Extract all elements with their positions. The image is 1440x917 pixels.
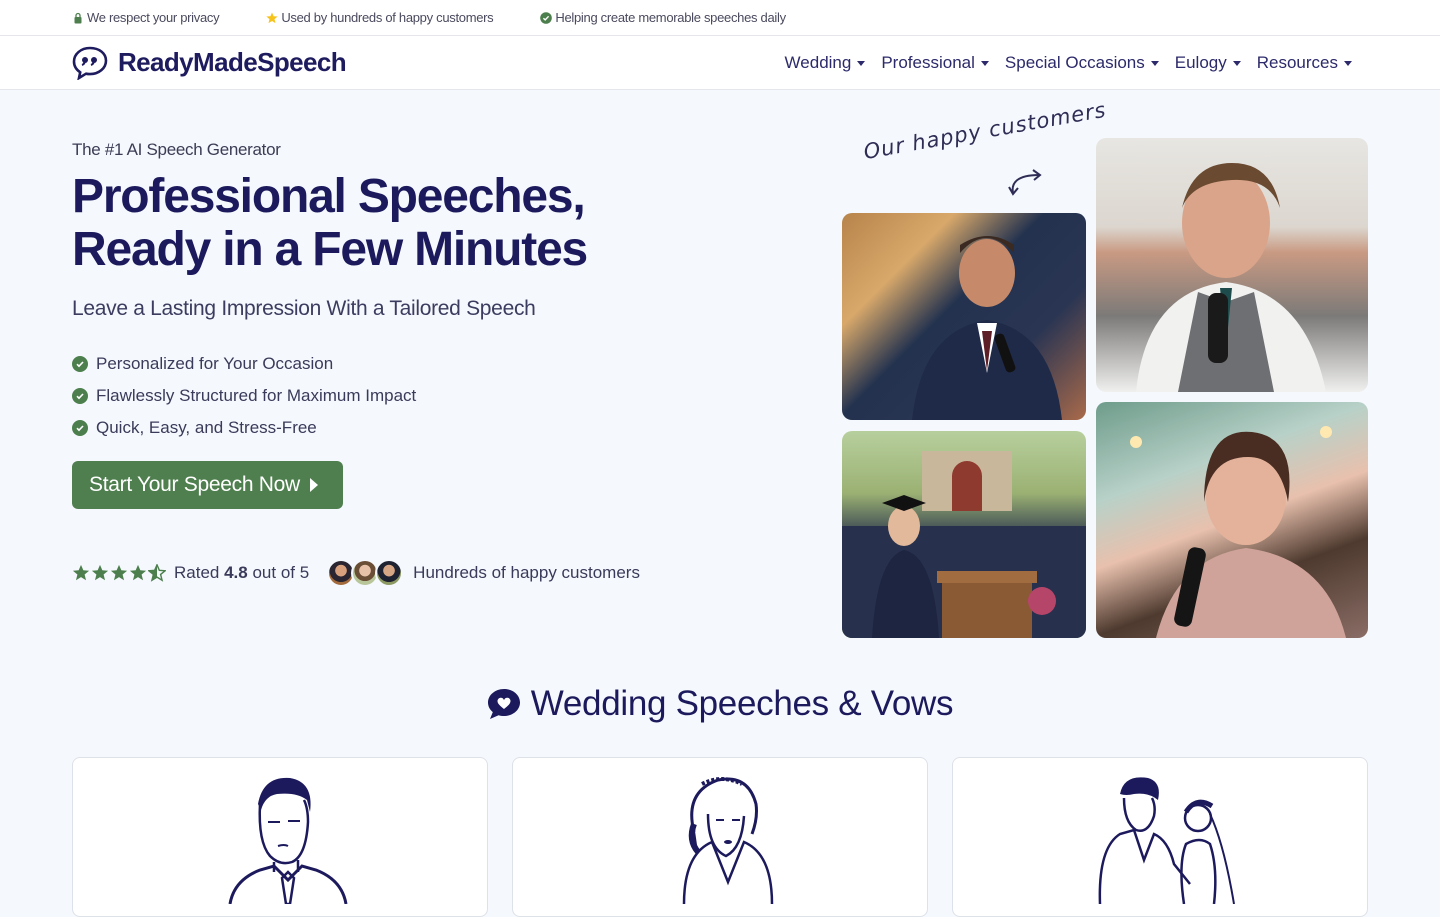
section-title-text: Wedding Speeches & Vows	[530, 684, 954, 723]
feature-list: Personalized for Your Occasion Flawlessl…	[72, 348, 416, 444]
curved-arrow-icon	[1008, 169, 1042, 196]
caret-down-icon	[1150, 61, 1159, 66]
check-circle-icon	[540, 11, 553, 24]
customer-photo-graduate	[842, 431, 1086, 638]
start-speech-button[interactable]: Start Your Speech Now	[72, 461, 343, 509]
nav-professional-dropdown[interactable]: Professional	[873, 53, 997, 73]
heart-speech-bubble-icon	[487, 689, 520, 719]
customer-avatars	[327, 559, 404, 587]
hero-title: Professional Speeches, Ready in a Few Mi…	[72, 170, 632, 276]
photo-image	[842, 451, 1086, 638]
check-circle-icon	[72, 420, 88, 436]
nav-label: Special Occasions	[1004, 52, 1145, 72]
feature-item: Personalized for Your Occasion	[72, 348, 416, 380]
star-full-icon	[72, 564, 90, 581]
rating-prefix: Rated	[174, 563, 225, 582]
feature-item: Flawlessly Structured for Maximum Impact	[72, 380, 416, 412]
photo-image	[912, 236, 1062, 420]
customers-text: Hundreds of happy customers	[413, 563, 640, 582]
check-circle-icon	[72, 388, 88, 404]
star-icon	[266, 12, 278, 23]
rating-row: Rated 4.8 out of 5 Hundreds of happy cus…	[72, 558, 640, 588]
nav-eulogy-dropdown[interactable]: Eulogy	[1167, 53, 1249, 73]
trust-item-memorable: Helping create memorable speeches daily	[540, 10, 786, 25]
bride-illustration-icon	[682, 777, 774, 904]
lock-icon	[74, 12, 82, 23]
trust-item-text: Helping create memorable speeches daily	[555, 10, 786, 25]
nav-label: Eulogy	[1174, 52, 1227, 72]
play-arrow-icon	[309, 478, 318, 492]
hero-title-line2: Ready in a Few Minutes	[72, 223, 588, 276]
nav-label: Professional	[881, 52, 975, 72]
photo-image	[1130, 426, 1346, 638]
feature-text: Quick, Easy, and Stress-Free	[96, 418, 317, 437]
photo-image	[1136, 163, 1326, 392]
nav-label: Resources	[1256, 52, 1338, 72]
caret-down-icon	[1232, 61, 1241, 66]
cta-label: Start Your Speech Now	[89, 473, 300, 496]
hero-title-line1: Professional Speeches,	[72, 170, 586, 223]
trust-item-text: Used by hundreds of happy customers	[281, 10, 494, 25]
nav-special-occasions-dropdown[interactable]: Special Occasions	[997, 53, 1167, 73]
rating-value: 4.8	[224, 563, 248, 582]
trust-bar: We respect your privacy Used by hundreds…	[0, 0, 1440, 36]
section-title: Wedding Speeches & Vows	[0, 684, 1440, 724]
brand-name: ReadyMadeSpeech	[118, 47, 347, 77]
couple-vows-illustration-icon	[1098, 777, 1235, 904]
customer-photo-bridesmaid	[1096, 402, 1368, 638]
trust-item-customers: Used by hundreds of happy customers	[266, 10, 494, 25]
groom-illustration-icon	[228, 777, 348, 904]
trust-item-text: We respect your privacy	[87, 10, 220, 25]
hero-eyebrow: The #1 AI Speech Generator	[72, 140, 281, 159]
feature-item: Quick, Easy, and Stress-Free	[72, 412, 416, 444]
trust-item-privacy: We respect your privacy	[72, 10, 220, 25]
nav-wedding-dropdown[interactable]: Wedding	[777, 53, 874, 73]
customer-photo-groom	[842, 213, 1086, 420]
rating-stars	[72, 564, 166, 582]
navbar: ReadyMadeSpeech Wedding Professional Spe…	[0, 36, 1440, 90]
nav-label: Wedding	[784, 52, 852, 72]
nav-resources-dropdown[interactable]: Resources	[1249, 53, 1360, 73]
feature-text: Personalized for Your Occasion	[96, 354, 334, 373]
speech-card-vows[interactable]	[952, 757, 1368, 917]
hero-subtitle: Leave a Lasting Impression With a Tailor…	[72, 297, 536, 320]
brand-logo-link[interactable]: ReadyMadeSpeech	[72, 46, 347, 80]
main-nav: Wedding Professional Special Occasions E…	[777, 53, 1360, 73]
caret-down-icon	[1344, 61, 1352, 66]
star-full-icon	[129, 564, 147, 581]
avatar	[375, 559, 404, 587]
check-circle-icon	[72, 356, 88, 372]
speech-card-groom[interactable]	[72, 757, 488, 917]
caret-down-icon	[980, 61, 989, 66]
handwritten-note: Our happy customers	[861, 97, 1109, 164]
star-half-icon	[148, 564, 166, 582]
feature-text: Flawlessly Structured for Maximum Impact	[96, 386, 417, 405]
rating-suffix: out of 5	[247, 563, 310, 582]
customer-photo-best-man	[1096, 138, 1368, 392]
speech-bubble-quote-icon	[72, 46, 108, 80]
caret-down-icon	[857, 61, 866, 66]
star-full-icon	[91, 564, 109, 581]
star-full-icon	[110, 564, 128, 581]
speech-card-bride[interactable]	[512, 757, 928, 917]
